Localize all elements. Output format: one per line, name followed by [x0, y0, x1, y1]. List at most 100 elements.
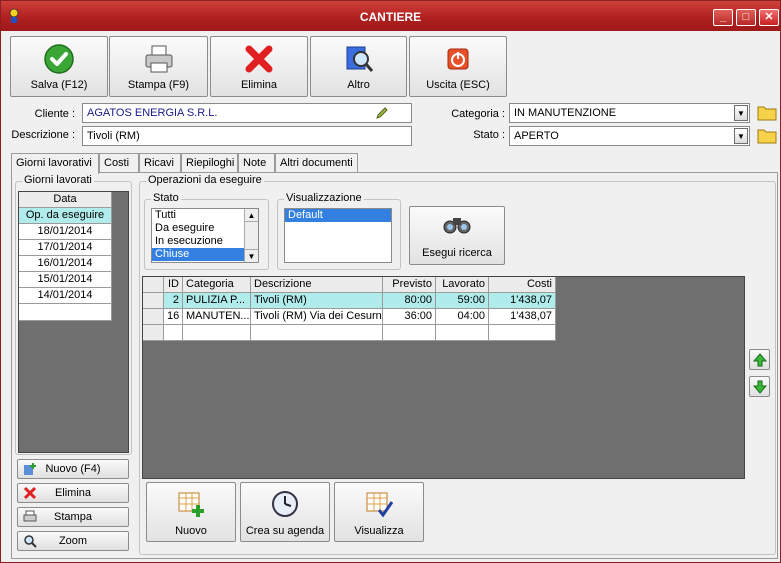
check-icon — [44, 44, 74, 74]
save-label: Salva (F12) — [30, 79, 88, 91]
table-cell-empty[interactable] — [164, 325, 183, 341]
table-cell[interactable]: 04:00 — [436, 309, 489, 325]
printer-icon — [145, 45, 172, 73]
printer-icon — [23, 510, 37, 522]
stampa-giorno-button[interactable]: Stampa — [17, 507, 129, 527]
table-cell[interactable]: 36:00 — [383, 309, 436, 325]
folder-icon[interactable] — [757, 104, 777, 121]
exit-button[interactable]: Uscita (ESC) — [409, 36, 507, 97]
table-cell[interactable]: Tivoli (RM) Via dei Cesurni — [251, 309, 383, 325]
stato-option[interactable]: Da eseguire — [152, 222, 258, 235]
minimize-button[interactable]: _ — [713, 9, 733, 26]
visualizzazione-option[interactable]: Default — [285, 209, 391, 222]
descrizione-field[interactable]: Tivoli (RM) — [82, 126, 412, 146]
elimina-giorno-button[interactable]: Elimina — [17, 483, 129, 503]
giorni-row-empty — [19, 304, 112, 321]
print-button[interactable]: Stampa (F9) — [109, 36, 208, 97]
zoom-giorno-button[interactable]: Zoom — [17, 531, 129, 551]
nuovo-operazione-button[interactable]: Nuovo — [146, 482, 236, 542]
close-button[interactable]: ✕ — [759, 9, 779, 26]
scroll-down-icon[interactable]: ▼ — [245, 249, 258, 262]
chevron-down-icon[interactable]: ▼ — [734, 105, 748, 121]
scrollbar[interactable]: ▲ ▼ — [244, 209, 258, 262]
cliente-value: AGATOS ENERGIA S.R.L. — [87, 107, 218, 119]
visualizza-button[interactable]: Visualizza — [334, 482, 424, 542]
tab-ricavi[interactable]: Ricavi — [139, 153, 181, 172]
col-costi[interactable]: Costi — [489, 277, 556, 293]
delete-button[interactable]: Elimina — [210, 36, 308, 97]
binoculars-icon — [443, 218, 471, 234]
tab-giorni-lavorativi[interactable]: Giorni lavorativi — [11, 153, 99, 174]
tab-altri-documenti[interactable]: Altri documenti — [275, 153, 358, 172]
delete-x-icon — [245, 45, 273, 73]
esegui-ricerca-button[interactable]: Esegui ricerca — [409, 206, 505, 265]
col-previsto[interactable]: Previsto — [383, 277, 436, 293]
nuovo-giorno-button[interactable]: Nuovo (F4) — [17, 459, 129, 479]
table-cell[interactable]: 1'438,07 — [489, 293, 556, 309]
col-id[interactable]: ID — [164, 277, 183, 293]
zoom-giorno-label: Zoom — [58, 535, 88, 547]
chevron-down-icon[interactable]: ▼ — [734, 128, 748, 144]
tab-costi[interactable]: Costi — [99, 153, 139, 172]
crea-agenda-button[interactable]: Crea su agenda — [240, 482, 330, 542]
save-button[interactable]: Salva (F12) — [10, 36, 108, 97]
move-up-button[interactable] — [749, 349, 770, 370]
table-cell[interactable]: 2 — [164, 293, 183, 309]
table-cell[interactable]: 1'438,07 — [489, 309, 556, 325]
pencil-icon[interactable] — [375, 106, 389, 120]
operazioni-title: Operazioni da eseguire — [146, 174, 264, 186]
table-cell[interactable]: Tivoli (RM) — [251, 293, 383, 309]
cantiere-window: CANTIERE _ □ ✕ Salva (F12) Stampa (F9) E… — [0, 0, 781, 563]
visualizzazione-listbox[interactable]: Default — [284, 208, 392, 263]
stato-option[interactable]: In esecuzione — [152, 235, 258, 248]
table-cell-empty[interactable] — [436, 325, 489, 341]
giorni-row[interactable]: 15/01/2014 — [19, 272, 112, 288]
cliente-field[interactable]: AGATOS ENERGIA S.R.L. — [82, 103, 412, 123]
table-cell[interactable]: 16 — [164, 309, 183, 325]
categoria-select[interactable]: IN MANUTENZIONE ▼ — [509, 103, 750, 123]
scroll-up-icon[interactable]: ▲ — [245, 209, 258, 222]
stato-label: Stato : — [473, 129, 505, 141]
print-label: Stampa (F9) — [127, 79, 190, 91]
visualizza-label: Visualizza — [354, 525, 404, 537]
view-grid-icon — [366, 492, 393, 518]
operazioni-grid: ID Categoria Descrizione Previsto Lavora… — [142, 276, 745, 479]
col-lavorato[interactable]: Lavorato — [436, 277, 489, 293]
giorni-row[interactable]: 17/01/2014 — [19, 240, 112, 256]
table-cell-empty[interactable] — [251, 325, 383, 341]
tab-riepiloghi[interactable]: Riepiloghi — [181, 153, 238, 172]
stato-option[interactable]: Tutti — [152, 209, 258, 222]
nuovo-giorno-label: Nuovo (F4) — [45, 463, 101, 475]
row-indicator-header — [143, 277, 164, 293]
table-cell-empty[interactable] — [383, 325, 436, 341]
giorni-row[interactable]: 14/01/2014 — [19, 288, 112, 304]
table-cell[interactable]: MANUTEN... — [183, 309, 251, 325]
col-categoria[interactable]: Categoria — [183, 277, 251, 293]
giorni-row[interactable]: Op. da eseguire — [19, 208, 112, 224]
table-cell[interactable]: 80:00 — [383, 293, 436, 309]
table-cell-empty[interactable] — [489, 325, 556, 341]
row-indicator — [143, 325, 164, 341]
col-descrizione[interactable]: Descrizione — [251, 277, 383, 293]
tab-note[interactable]: Note — [238, 153, 275, 172]
folder-icon[interactable] — [757, 127, 777, 144]
stato-value: APERTO — [514, 130, 559, 142]
table-cell[interactable]: 59:00 — [436, 293, 489, 309]
giorni-lavorati-title: Giorni lavorati — [22, 174, 94, 186]
window-title: CANTIERE — [359, 10, 422, 24]
table-cell-empty[interactable] — [183, 325, 251, 341]
power-icon — [447, 48, 469, 70]
other-button[interactable]: Altro — [310, 36, 407, 97]
stato-option-selected[interactable]: Chiuse — [152, 248, 258, 261]
title-bar: CANTIERE _ □ ✕ — [1, 1, 780, 31]
giorni-row[interactable]: 16/01/2014 — [19, 256, 112, 272]
stato-listbox[interactable]: Tutti Da eseguire In esecuzione Chiuse ▲… — [151, 208, 259, 263]
descrizione-label: Descrizione : — [11, 129, 75, 141]
esegui-ricerca-label: Esegui ricerca — [422, 247, 492, 259]
move-down-button[interactable] — [749, 376, 770, 397]
giorni-row[interactable]: 18/01/2014 — [19, 224, 112, 240]
table-cell[interactable]: PULIZIA P... — [183, 293, 251, 309]
cliente-label: Cliente : — [34, 108, 75, 120]
maximize-button[interactable]: □ — [736, 9, 756, 26]
stato-select[interactable]: APERTO ▼ — [509, 126, 750, 146]
